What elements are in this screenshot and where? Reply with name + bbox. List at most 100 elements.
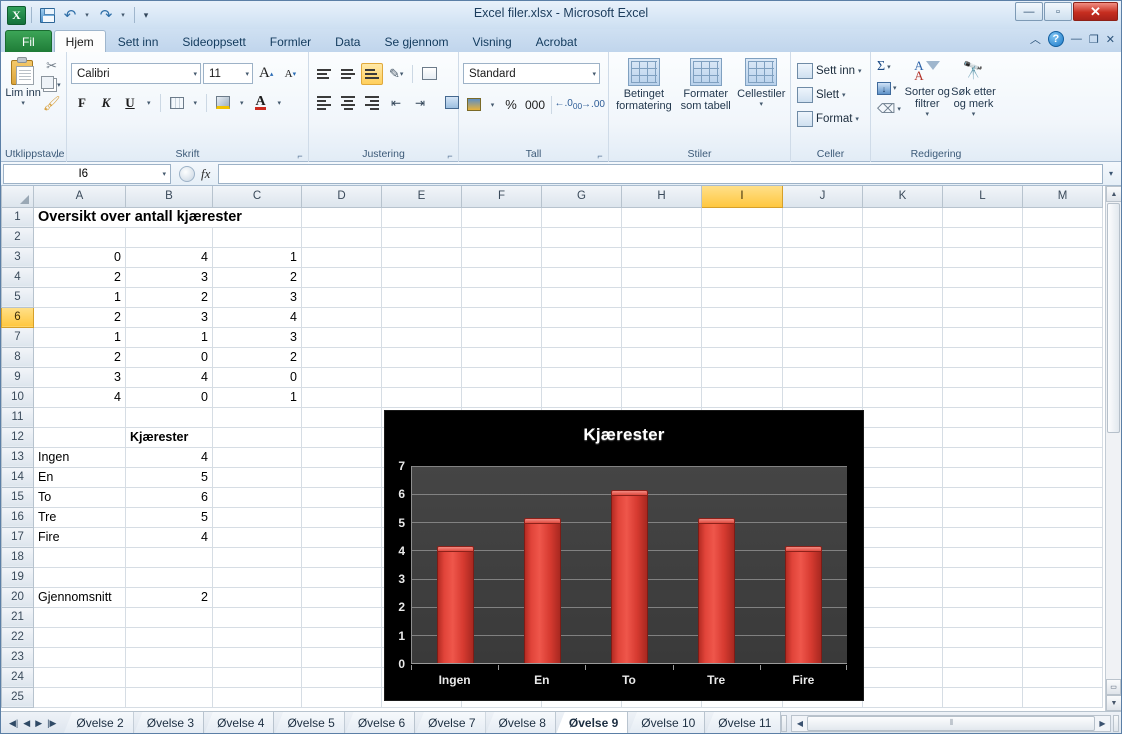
cell-B17[interactable]: 4	[125, 527, 213, 548]
cell-C22[interactable]	[212, 627, 302, 648]
decrease-decimal-icon[interactable]: →.00	[581, 94, 605, 116]
cell-C21[interactable]	[212, 607, 302, 628]
sheet-tab-øvelse-8[interactable]: Øvelse 8	[485, 711, 556, 733]
cell-M24[interactable]	[1022, 667, 1103, 688]
autosum-button[interactable]: Σ ▾	[875, 58, 905, 76]
close-button[interactable]: ✕	[1073, 2, 1118, 21]
cell-M12[interactable]	[1022, 427, 1103, 448]
cell-M25[interactable]	[1022, 687, 1103, 708]
increase-indent-icon[interactable]: ⇥	[409, 92, 431, 114]
cell-D15[interactable]	[301, 487, 382, 508]
ribbon-tab-se-gjennom[interactable]: Se gjennom	[372, 30, 460, 52]
row-header-10[interactable]: 10	[1, 386, 34, 408]
wrap-text-icon[interactable]	[418, 63, 441, 85]
cell-D11[interactable]	[301, 407, 382, 428]
cell-A25[interactable]	[33, 687, 126, 708]
sheet-tab-øvelse-10[interactable]: Øvelse 10	[628, 711, 706, 733]
format-cells-button[interactable]: Format ▾	[795, 107, 866, 131]
row-header-17[interactable]: 17	[1, 526, 34, 548]
cell-M4[interactable]	[1022, 267, 1103, 288]
cell-G5[interactable]	[541, 287, 622, 308]
cell-A9[interactable]: 3	[33, 367, 126, 388]
cell-D22[interactable]	[301, 627, 382, 648]
shrink-font-icon[interactable]: A ▾	[279, 63, 301, 85]
cell-M7[interactable]	[1022, 327, 1103, 348]
cell-D17[interactable]	[301, 527, 382, 548]
borders-dropdown-icon[interactable]: ▾	[190, 92, 202, 114]
scroll-up-button[interactable]: ▲	[1106, 186, 1121, 202]
sheet-tab-øvelse-7[interactable]: Øvelse 7	[415, 711, 486, 733]
delete-cells-button[interactable]: Slett ▾	[795, 83, 866, 107]
column-header-f[interactable]: F	[461, 186, 542, 208]
sheet-tab-øvelse-5[interactable]: Øvelse 5	[274, 711, 345, 733]
cell-K25[interactable]	[862, 687, 943, 708]
cell-K14[interactable]	[862, 467, 943, 488]
cell-F6[interactable]	[461, 307, 542, 328]
next-sheet-icon[interactable]: ▶	[35, 718, 42, 729]
cell-B25[interactable]	[125, 687, 213, 708]
last-sheet-icon[interactable]: |▶	[47, 718, 56, 729]
align-right-icon[interactable]	[361, 92, 383, 114]
window-controls[interactable]: — ▫ ✕	[1015, 2, 1118, 21]
cell-C5[interactable]: 3	[212, 287, 302, 308]
cell-K11[interactable]	[862, 407, 943, 428]
cell-L1[interactable]	[942, 207, 1023, 228]
cell-I1[interactable]	[701, 207, 783, 228]
row-header-2[interactable]: 2	[1, 226, 34, 248]
cell-D14[interactable]	[301, 467, 382, 488]
align-left-icon[interactable]	[313, 92, 335, 114]
insert-function-icon[interactable]: fx	[201, 166, 210, 182]
cell-D3[interactable]	[301, 247, 382, 268]
cell-D25[interactable]	[301, 687, 382, 708]
cell-C12[interactable]	[212, 427, 302, 448]
cell-E7[interactable]	[381, 327, 462, 348]
cell-B24[interactable]	[125, 667, 213, 688]
cell-C4[interactable]: 2	[212, 267, 302, 288]
fill-color-icon[interactable]	[212, 92, 234, 114]
cell-I9[interactable]	[701, 367, 783, 388]
clear-button[interactable]: ⌫ ▾	[875, 100, 905, 118]
column-header-d[interactable]: D	[301, 186, 382, 208]
row-header-24[interactable]: 24	[1, 666, 34, 688]
cell-D9[interactable]	[301, 367, 382, 388]
cell-H2[interactable]	[621, 227, 702, 248]
cell-E5[interactable]	[381, 287, 462, 308]
cell-F5[interactable]	[461, 287, 542, 308]
cell-K16[interactable]	[862, 507, 943, 528]
cell-J1[interactable]	[782, 207, 863, 228]
cell-F1[interactable]	[461, 207, 542, 228]
worksheet-row[interactable]: 9340	[1, 366, 1103, 388]
cell-H8[interactable]	[621, 347, 702, 368]
doc-minimize-icon[interactable]: —	[1071, 33, 1082, 45]
bottom-align-icon[interactable]	[361, 62, 383, 85]
cell-K20[interactable]	[862, 587, 943, 608]
cell-I8[interactable]	[701, 347, 783, 368]
cell-L25[interactable]	[942, 687, 1023, 708]
cell-E10[interactable]	[381, 387, 462, 408]
redo-dropdown-icon[interactable]: ▾	[119, 5, 129, 25]
cell-M19[interactable]	[1022, 567, 1103, 588]
cell-A6[interactable]: 2	[33, 307, 126, 328]
cell-M14[interactable]	[1022, 467, 1103, 488]
cell-B7[interactable]: 1	[125, 327, 213, 348]
cell-I4[interactable]	[701, 267, 783, 288]
row-header-25[interactable]: 25	[1, 686, 34, 708]
sort-filter-button[interactable]: A A Sorter og filtrer ▾	[905, 55, 950, 146]
cell-E4[interactable]	[381, 267, 462, 288]
cell-A19[interactable]	[33, 567, 126, 588]
increase-decimal-icon[interactable]: ←.000	[554, 94, 582, 116]
row-header-22[interactable]: 22	[1, 626, 34, 648]
hscroll-split-handle[interactable]	[1113, 714, 1119, 732]
cell-H4[interactable]	[621, 267, 702, 288]
cell-J7[interactable]	[782, 327, 863, 348]
cut-icon[interactable]: ✂	[43, 57, 61, 74]
cell-A24[interactable]	[33, 667, 126, 688]
cell-A23[interactable]	[33, 647, 126, 668]
cell-D1[interactable]	[301, 207, 382, 228]
cell-A4[interactable]: 2	[33, 267, 126, 288]
cell-F4[interactable]	[461, 267, 542, 288]
column-header-m[interactable]: M	[1022, 186, 1103, 208]
horizontal-scroll-thumb[interactable]: ⦀	[807, 715, 1095, 731]
cell-J6[interactable]	[782, 307, 863, 328]
cell-L19[interactable]	[942, 567, 1023, 588]
